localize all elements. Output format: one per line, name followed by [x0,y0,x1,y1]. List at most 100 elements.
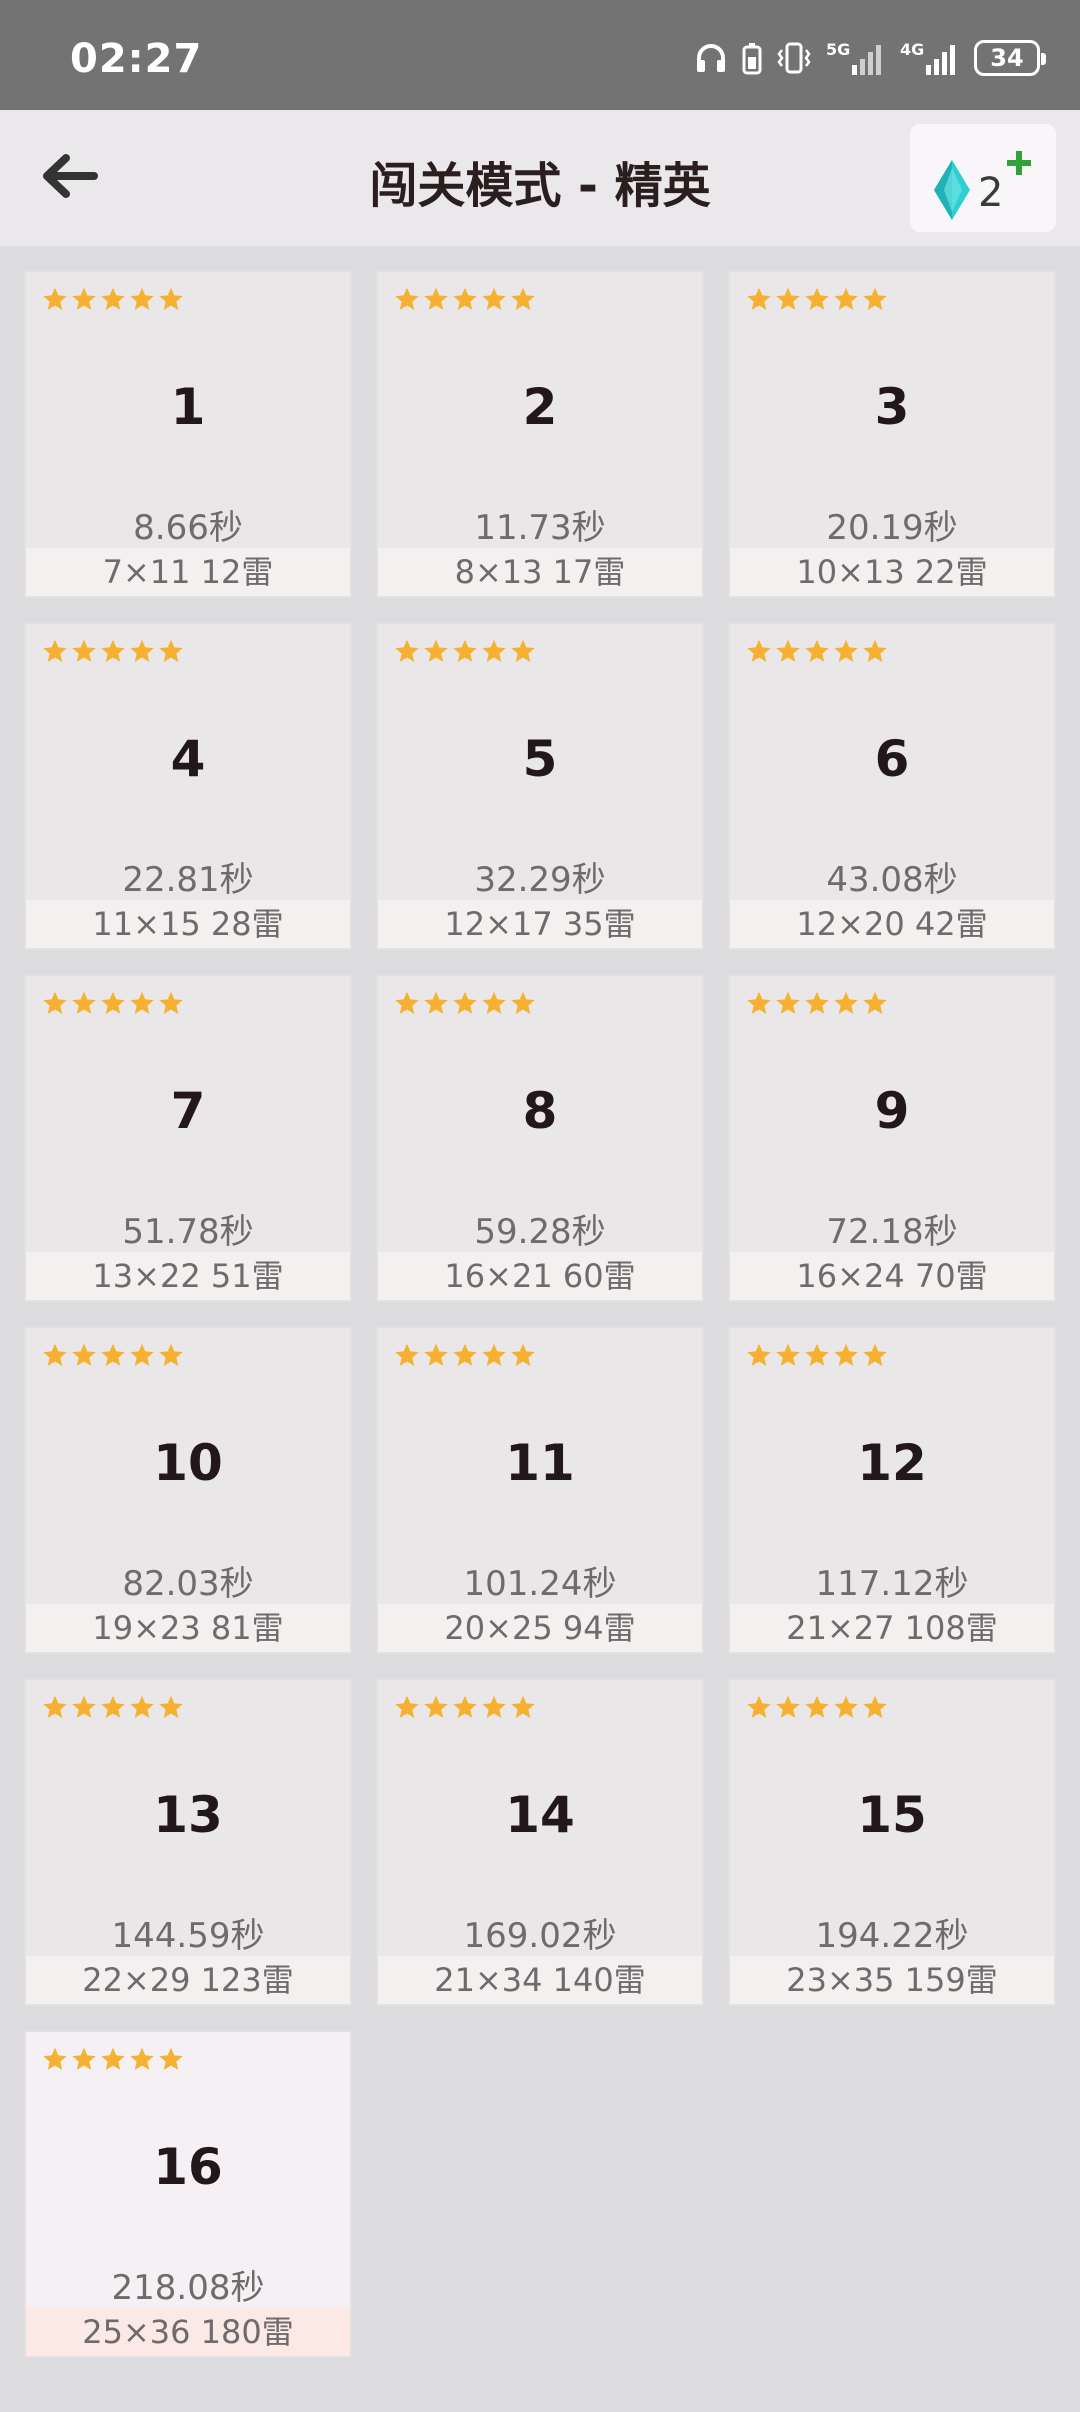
star-icon [71,2046,97,2072]
star-icon [129,1694,155,1720]
level-card[interactable]: 10 82.03秒 19×23 81雷 [24,1326,352,1654]
star-rating [394,990,536,1016]
level-card[interactable]: 14 169.02秒 21×34 140雷 [376,1678,704,2006]
level-number: 2 [522,378,558,436]
svg-text:5G: 5G [826,40,850,59]
level-card[interactable]: 16 218.08秒 25×36 180雷 [24,2030,352,2358]
level-card[interactable]: 5 32.29秒 12×17 35雷 [376,622,704,950]
star-icon [481,638,507,664]
star-icon [452,990,478,1016]
gem-balance-button[interactable]: 2 [910,124,1056,232]
level-number: 9 [874,1082,910,1140]
battery-level: 34 [990,44,1024,72]
level-card[interactable]: 12 117.12秒 21×27 108雷 [728,1326,1056,1654]
level-card[interactable]: 8 59.28秒 16×21 60雷 [376,974,704,1302]
star-icon [129,638,155,664]
star-icon [481,1342,507,1368]
plus-icon[interactable] [1006,150,1032,180]
level-best-time: 11.73秒 [474,508,606,548]
star-icon [71,638,97,664]
star-icon [100,638,126,664]
star-icon [804,1342,830,1368]
level-number: 10 [153,1434,223,1492]
level-board-info: 16×24 70雷 [730,1252,1054,1300]
level-number: 8 [522,1082,558,1140]
star-icon [452,1694,478,1720]
star-icon [129,1342,155,1368]
star-icon [42,286,68,312]
level-number: 15 [857,1786,927,1844]
level-best-time: 82.03秒 [122,1564,254,1604]
star-rating [746,286,888,312]
level-board-info: 21×34 140雷 [378,1956,702,2004]
level-board-info: 21×27 108雷 [730,1604,1054,1652]
star-icon [510,1694,536,1720]
level-board-info: 12×17 35雷 [378,900,702,948]
gem-count: 2 [978,170,1004,216]
star-rating [746,1342,888,1368]
star-rating [746,1694,888,1720]
star-icon [423,286,449,312]
star-icon [423,990,449,1016]
star-icon [804,990,830,1016]
star-icon [746,1694,772,1720]
level-number: 4 [170,730,206,788]
star-icon [775,638,801,664]
star-icon [158,2046,184,2072]
level-card[interactable]: 7 51.78秒 13×22 51雷 [24,974,352,1302]
star-icon [42,638,68,664]
star-icon [394,990,420,1016]
signal-4g-icon: 4G [900,39,960,77]
level-card[interactable]: 6 43.08秒 12×20 42雷 [728,622,1056,950]
level-card[interactable]: 4 22.81秒 11×15 28雷 [24,622,352,950]
star-rating [42,1694,184,1720]
star-icon [100,286,126,312]
level-card[interactable]: 11 101.24秒 20×25 94雷 [376,1326,704,1654]
star-icon [42,1694,68,1720]
level-best-time: 101.24秒 [463,1564,617,1604]
level-best-time: 218.08秒 [111,2268,265,2308]
battery-icon: 34 [974,40,1046,76]
star-rating [42,1342,184,1368]
level-number: 3 [874,378,910,436]
star-icon [862,286,888,312]
star-icon [510,1342,536,1368]
star-rating [42,2046,184,2072]
level-best-time: 22.81秒 [122,860,254,900]
star-icon [833,638,859,664]
level-number: 11 [505,1434,575,1492]
level-board-info: 23×35 159雷 [730,1956,1054,2004]
star-icon [394,286,420,312]
app-header: 闯关模式 - 精英 2 [0,110,1080,246]
star-icon [833,990,859,1016]
star-icon [158,638,184,664]
level-card[interactable]: 13 144.59秒 22×29 123雷 [24,1678,352,2006]
star-icon [804,1694,830,1720]
level-best-time: 117.12秒 [815,1564,969,1604]
level-best-time: 169.02秒 [463,1916,617,1956]
level-card[interactable]: 9 72.18秒 16×24 70雷 [728,974,1056,1302]
star-icon [746,1342,772,1368]
level-number: 7 [170,1082,206,1140]
star-icon [452,286,478,312]
star-icon [452,638,478,664]
star-icon [394,1694,420,1720]
star-rating [394,638,536,664]
star-icon [42,1342,68,1368]
level-best-time: 72.18秒 [826,1212,958,1252]
level-card[interactable]: 2 11.73秒 8×13 17雷 [376,270,704,598]
star-icon [158,286,184,312]
level-board-info: 22×29 123雷 [26,1956,350,2004]
level-number: 16 [153,2138,223,2196]
star-icon [481,990,507,1016]
level-number: 12 [857,1434,927,1492]
level-board-info: 8×13 17雷 [378,548,702,596]
level-board-info: 7×11 12雷 [26,548,350,596]
level-card[interactable]: 3 20.19秒 10×13 22雷 [728,270,1056,598]
level-board-info: 13×22 51雷 [26,1252,350,1300]
level-card[interactable]: 15 194.22秒 23×35 159雷 [728,1678,1056,2006]
star-rating [42,638,184,664]
star-icon [775,1694,801,1720]
level-number: 5 [522,730,558,788]
level-card[interactable]: 1 8.66秒 7×11 12雷 [24,270,352,598]
